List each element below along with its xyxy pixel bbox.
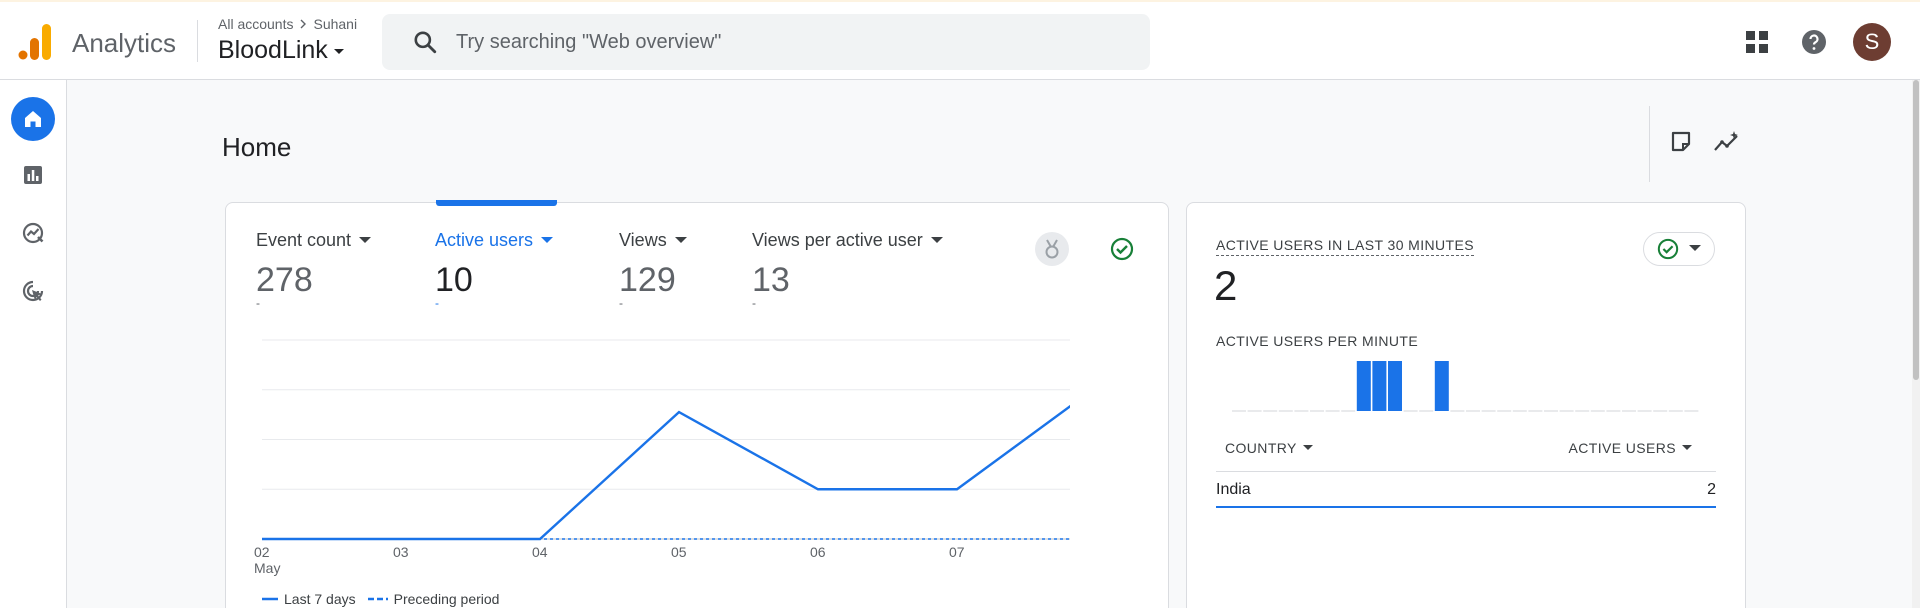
metric-value: 13 [752, 261, 790, 299]
x-tick-label: 05 [671, 544, 687, 560]
metric-tab-active-users[interactable]: Active users 10 - [435, 230, 554, 309]
header-actions-divider [1649, 106, 1650, 182]
metric-label: Views per active user [752, 230, 943, 251]
metric-label: Active users [435, 230, 554, 251]
realtime-status-dropdown[interactable] [1643, 232, 1715, 266]
caret-down-icon [674, 236, 687, 243]
advertising-icon [22, 280, 44, 302]
minute-bar[interactable] [1372, 361, 1387, 411]
nav-home[interactable] [11, 97, 55, 141]
metric-value: 129 [619, 261, 676, 299]
legend-dashed-line-icon [367, 597, 388, 601]
active-users-per-minute-bars [1232, 361, 1699, 412]
caret-down-icon [930, 236, 943, 243]
chart-legend: Last 7 days Preceding period [262, 591, 499, 607]
realtime-title[interactable]: ACTIVE USERS IN LAST 30 MINUTES [1216, 237, 1474, 256]
check-circle-icon [1110, 237, 1134, 261]
top-bar: Analytics All accounts Suhani BloodLink … [0, 0, 1920, 80]
legend-previous: Preceding period [393, 591, 500, 607]
reports-icon [24, 166, 42, 184]
active-users-column-header[interactable]: ACTIVE USERS [1569, 440, 1692, 456]
help-icon[interactable] [1798, 26, 1830, 58]
scrollbar-thumb[interactable] [1913, 80, 1919, 380]
table-row[interactable]: India 2 [1216, 472, 1716, 508]
x-tick-label: 04 [532, 544, 548, 560]
property-name: BloodLink [218, 36, 328, 64]
metric-tab-views-per-user[interactable]: Views per active user 13 - [752, 230, 943, 309]
minute-bar[interactable] [1388, 361, 1402, 411]
property-selector[interactable]: BloodLink [218, 36, 346, 65]
caret-down-icon [333, 48, 344, 54]
per-minute-label: ACTIVE USERS PER MINUTE [1216, 333, 1419, 349]
left-nav [0, 80, 67, 608]
caret-down-icon [1689, 245, 1701, 251]
legend-solid-line-icon [262, 597, 278, 601]
country-cell: India [1216, 481, 1251, 498]
x-tick-label: 06 [810, 544, 826, 560]
metric-tab-event-count[interactable]: Event count 278 - [256, 230, 372, 309]
search-input[interactable] [456, 30, 1056, 54]
metric-value: 10 [435, 261, 473, 299]
metric-label: Event count [256, 230, 372, 251]
data-quality-button[interactable] [1105, 232, 1139, 266]
metric-label: Views [619, 230, 687, 251]
nav-explore[interactable] [11, 211, 55, 255]
caret-down-icon [359, 236, 372, 243]
realtime-table-header: COUNTRY ACTIVE USERS [1216, 438, 1716, 472]
check-circle-icon [1657, 238, 1679, 260]
minute-bar[interactable] [1434, 361, 1449, 411]
chevron-right-icon [300, 19, 307, 29]
analytics-logo-icon[interactable] [18, 24, 52, 60]
insight-badge-button[interactable] [1035, 232, 1069, 266]
insights-icon[interactable] [1711, 126, 1743, 158]
minute-bar[interactable] [1356, 361, 1371, 411]
breadcrumb[interactable]: All accounts Suhani [218, 16, 357, 32]
metric-tab-views[interactable]: Views 129 - [619, 230, 687, 309]
nav-reports[interactable] [11, 153, 55, 197]
breadcrumb-account[interactable]: Suhani [313, 16, 357, 32]
metric-value: 278 [256, 261, 313, 299]
search-bar[interactable] [382, 14, 1150, 70]
page-scrollbar[interactable] [1912, 80, 1920, 608]
caret-down-icon [1302, 445, 1313, 450]
country-column-header[interactable]: COUNTRY [1225, 440, 1313, 456]
x-tick-label: 03 [393, 544, 409, 560]
medal-icon [1045, 239, 1059, 259]
app-name: Analytics [72, 28, 177, 58]
users-cell: 2 [1707, 481, 1716, 498]
home-icon [25, 111, 41, 127]
series-line-current[interactable] [262, 387, 1070, 541]
active-tab-indicator [436, 200, 557, 206]
search-icon [414, 31, 437, 54]
legend-current: Last 7 days [284, 591, 356, 607]
caret-down-icon [541, 236, 554, 243]
explore-icon [22, 222, 44, 244]
x-tick-label: 02 [254, 544, 270, 560]
realtime-count: 2 [1214, 262, 1238, 309]
x-tick-sublabel: May [254, 560, 280, 576]
account-avatar[interactable]: S [1853, 23, 1891, 61]
notes-icon[interactable] [1665, 126, 1697, 158]
active-users-line-chart: 0246802May030405060708 [254, 339, 1070, 576]
header-divider [197, 20, 198, 62]
breadcrumb-root[interactable]: All accounts [218, 16, 293, 32]
x-tick-label: 07 [949, 544, 965, 560]
page-title: Home [222, 132, 292, 162]
caret-down-icon [1682, 445, 1692, 450]
apps-grid-icon[interactable] [1741, 26, 1773, 58]
nav-advertising[interactable] [11, 269, 55, 313]
